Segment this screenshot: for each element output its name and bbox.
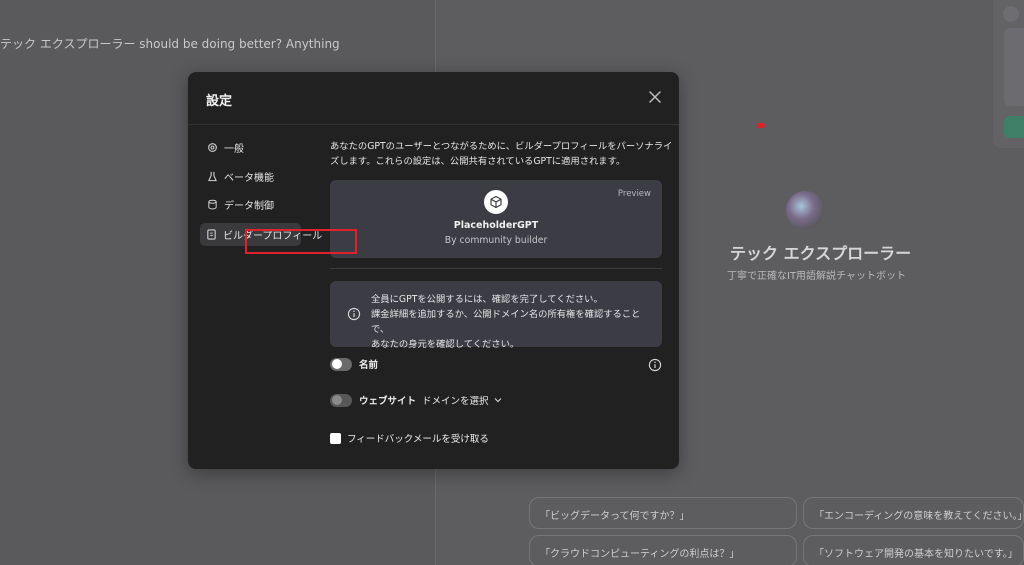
domain-select-label: ドメインを選択: [422, 396, 489, 407]
gpt-avatar: [786, 191, 824, 229]
nav-item-general[interactable]: 一般: [200, 136, 301, 159]
suggestion-chip[interactable]: 「ソフトウェア開発の基本を知りたいです。」: [803, 535, 1024, 565]
notice-line: 全員にGPTを公開するには、確認を完了してください。: [371, 294, 603, 305]
id-card-icon: [206, 229, 217, 241]
chevron-down-icon: [494, 397, 502, 403]
side-panel-button[interactable]: [1004, 116, 1024, 138]
nav-label: ベータ機能: [224, 173, 274, 184]
settings-dialog: 設定 一般 ベータ機能 データ制御 ビルダープロフィール あなたのGPTのユーザ…: [188, 72, 679, 469]
builder-profile-description: あなたのGPTのユーザーとつながるために、ビルダープロフィールをパーソナライズし…: [330, 141, 673, 167]
notice-line: あなたの身元を確認してください。: [371, 339, 520, 350]
preview-builder-name: By community builder: [444, 235, 548, 246]
cursor-marker: [757, 123, 765, 128]
verification-notice: 全員にGPTを公開するには、確認を完了してください。 課金詳細を追加するか、公開…: [330, 281, 662, 350]
dialog-title: 設定: [206, 94, 233, 109]
name-row: 名前: [330, 356, 378, 372]
domain-select[interactable]: ドメインを選択: [422, 393, 502, 407]
info-icon[interactable]: [648, 357, 662, 372]
gpt-title: テック エクスプローラー: [730, 244, 912, 263]
feedback-checkbox[interactable]: [330, 432, 341, 444]
gpt-subtitle: 丁寧で正確なIT用語解説チャットボット: [727, 271, 906, 282]
close-icon[interactable]: [645, 88, 665, 108]
gear-icon: [206, 142, 218, 154]
cube-icon: [484, 190, 508, 214]
nav-item-beta[interactable]: ベータ機能: [200, 165, 301, 188]
website-toggle[interactable]: [330, 393, 352, 407]
dialog-header: 設定: [188, 72, 679, 125]
side-panel-dot[interactable]: [1003, 6, 1019, 22]
nav-label: 一般: [224, 144, 244, 155]
flask-icon: [206, 171, 218, 183]
website-row: ウェブサイト ドメインを選択: [330, 392, 502, 408]
name-label: 名前: [359, 360, 379, 371]
nav-item-data-controls[interactable]: データ制御: [200, 193, 301, 216]
name-toggle[interactable]: [330, 357, 352, 371]
profile-preview-card: Preview PlaceholderGPT By community buil…: [330, 180, 662, 258]
feedback-row: フィードバックメールを受け取る: [330, 430, 489, 446]
nav-label: データ制御: [224, 201, 274, 212]
database-icon: [206, 199, 218, 211]
side-panel-box: [1004, 28, 1024, 106]
preview-tag: Preview: [617, 189, 651, 199]
notice-line: 課金詳細を追加するか、公開ドメイン名の所有権を確認することで、: [371, 309, 641, 335]
website-label: ウェブサイト: [359, 396, 417, 407]
highlight-box: [245, 229, 357, 254]
feedback-label: フィードバックメールを受け取る: [347, 434, 489, 445]
notice-text: 全員にGPTを公開するには、確認を完了してください。 課金詳細を追加するか、公開…: [371, 292, 656, 352]
suggestion-chip[interactable]: 「ビッグデータって何ですか？」: [529, 497, 797, 529]
info-icon: [347, 306, 361, 321]
chat-text: テック エクスプローラー should be doing better? Any…: [0, 37, 340, 51]
preview-gpt-name: PlaceholderGPT: [453, 220, 539, 231]
suggestion-chip[interactable]: 「クラウドコンピューティングの利点は？」: [529, 535, 797, 565]
suggestion-chip[interactable]: 「エンコーディングの意味を教えてください。」: [803, 497, 1024, 529]
divider: [330, 268, 662, 269]
